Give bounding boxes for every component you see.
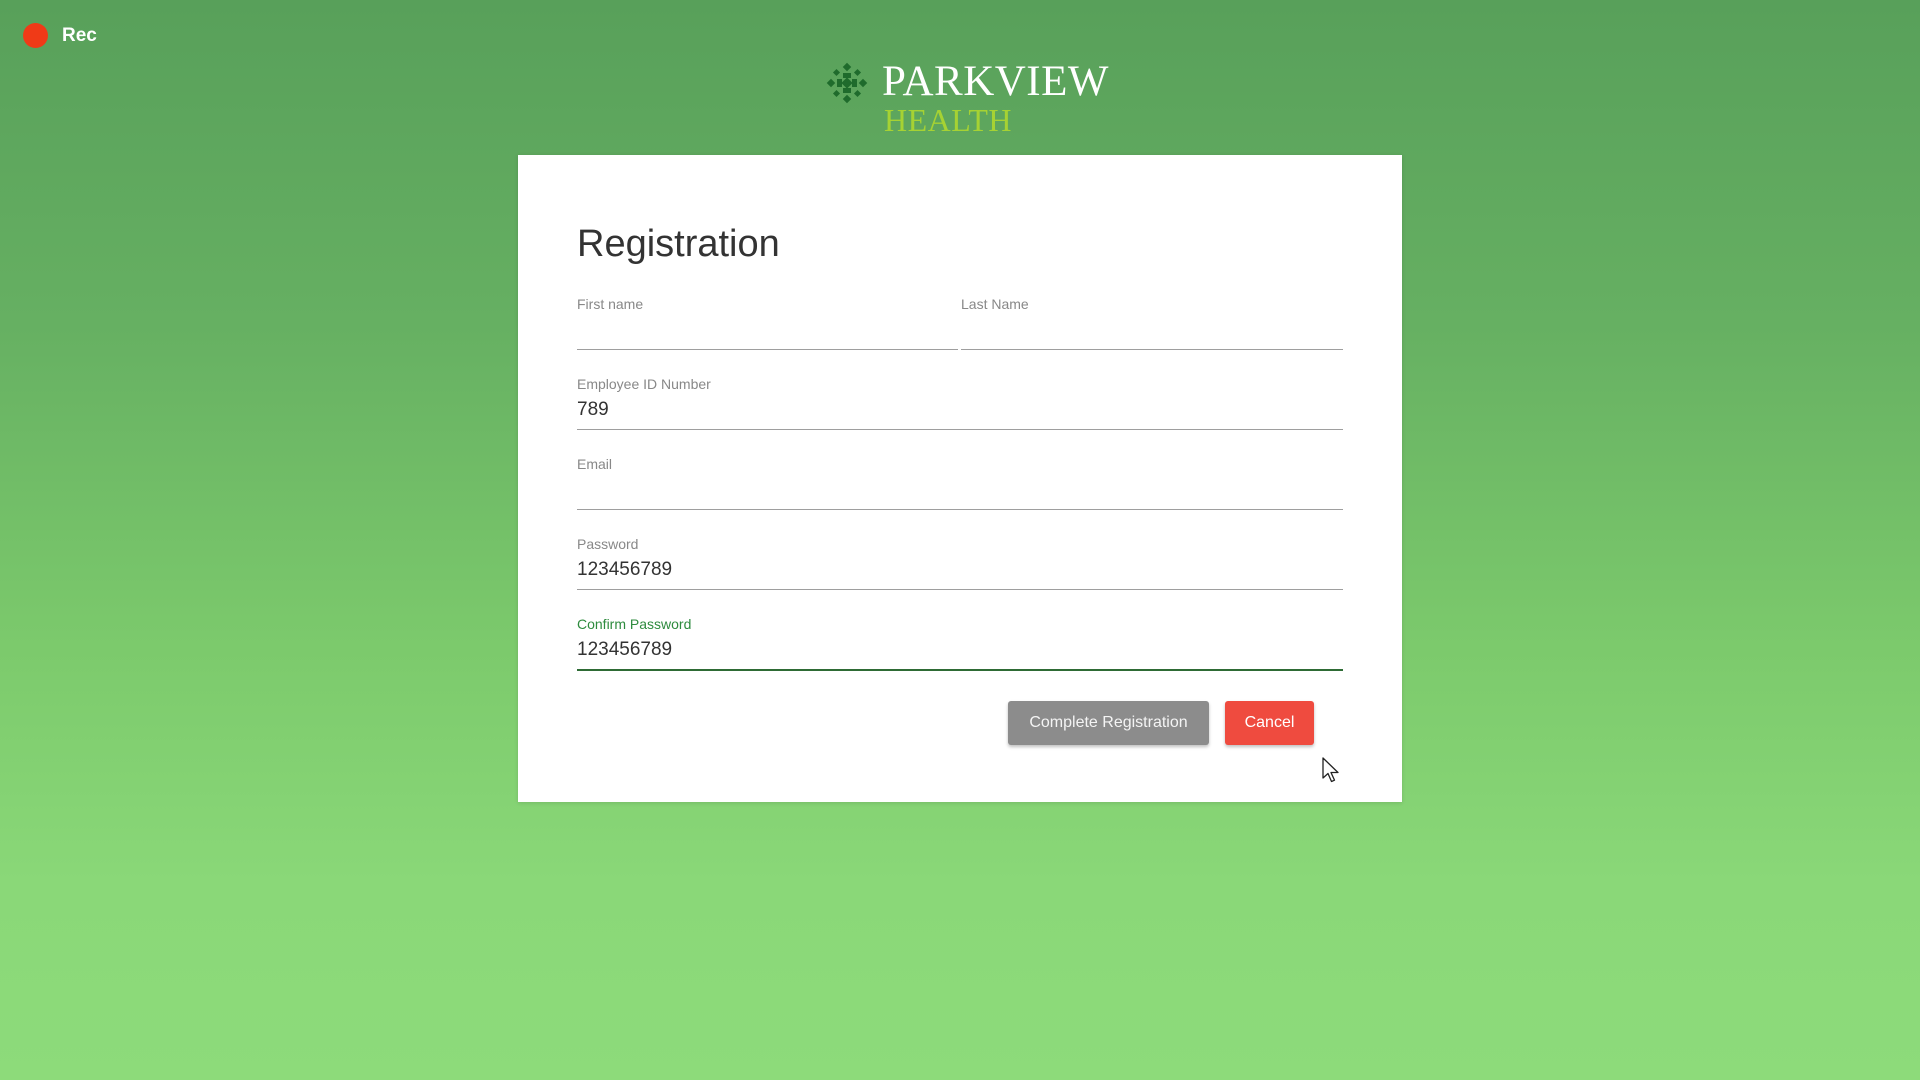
employee-id-label: Employee ID Number — [577, 376, 711, 392]
last-name-label: Last Name — [961, 296, 1029, 312]
logo-subtitle: HEALTH — [884, 102, 1013, 138]
registration-card: Registration First name Last Name Employ… — [518, 155, 1402, 802]
employee-id-input[interactable]: 789 — [577, 399, 609, 421]
password-label: Password — [577, 536, 639, 552]
password-underline — [577, 589, 1343, 590]
password-input[interactable]: 123456789 — [577, 559, 672, 581]
last-name-underline — [961, 349, 1343, 350]
confirm-password-field[interactable]: Confirm Password 123456789 — [577, 616, 1343, 676]
first-name-underline — [577, 349, 958, 350]
employee-id-underline — [577, 429, 1343, 430]
parkview-leaf-logo-icon — [826, 62, 868, 104]
confirm-password-label: Confirm Password — [577, 616, 692, 632]
password-field[interactable]: Password 123456789 — [577, 536, 1343, 596]
recording-label: Rec — [62, 24, 97, 46]
complete-registration-button[interactable]: Complete Registration — [1008, 701, 1209, 745]
last-name-field[interactable]: Last Name — [961, 296, 1343, 356]
first-name-field[interactable]: First name — [577, 296, 958, 356]
confirm-password-underline — [577, 669, 1343, 671]
employee-id-field[interactable]: Employee ID Number 789 — [577, 376, 1343, 436]
cancel-button[interactable]: Cancel — [1225, 701, 1314, 745]
parkview-health-logo: PARKVIEW HEALTH — [826, 58, 1109, 138]
email-underline — [577, 509, 1343, 510]
recording-indicator: Rec — [23, 23, 97, 48]
email-field[interactable]: Email — [577, 456, 1343, 516]
email-label: Email — [577, 456, 613, 472]
arrow-cursor-icon — [1322, 757, 1339, 783]
confirm-password-input[interactable]: 123456789 — [577, 639, 672, 661]
first-name-label: First name — [577, 296, 644, 312]
logo-name: PARKVIEW — [882, 58, 1109, 105]
record-dot-icon — [23, 23, 48, 48]
page-title: Registration — [577, 223, 780, 265]
